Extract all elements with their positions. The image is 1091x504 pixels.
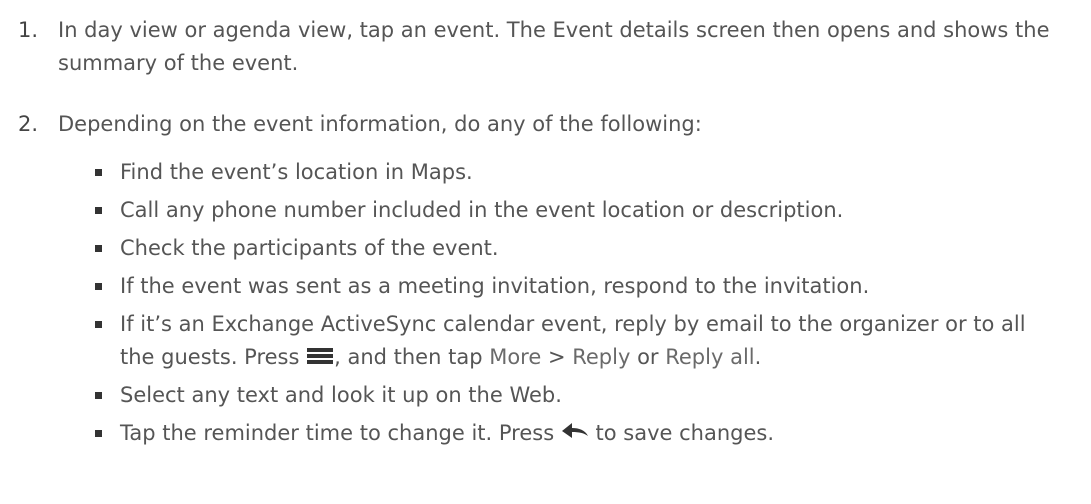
bullet-marker (95, 392, 102, 399)
bullet-marker (95, 283, 102, 290)
list-item-text: If the event was sent as a meeting invit… (120, 274, 870, 298)
options-list: Find the event’s location in Maps. Call … (0, 156, 1091, 455)
bullet-marker (95, 207, 102, 214)
list-item-text: Check the participants of the event. (120, 236, 499, 260)
list-item-text: Find the event’s location in Maps. (120, 160, 473, 184)
bullet-marker (95, 169, 102, 176)
reply-all-menu-label: Reply all (665, 345, 755, 369)
list-item-text: Tap the reminder time to change it. Pres… (120, 421, 561, 445)
list-item-text: Call any phone number included in the ev… (120, 198, 844, 222)
list-item: Find the event’s location in Maps. (0, 156, 1060, 189)
step-text: Depending on the event information, do a… (58, 112, 702, 136)
period-text: . (754, 345, 762, 369)
separator-text: > (541, 345, 573, 369)
list-item: If it’s an Exchange ActiveSync calendar … (0, 308, 1060, 374)
menu-icon (306, 344, 334, 366)
bullet-marker (95, 321, 102, 328)
list-item: Select any text and look it up on the We… (0, 379, 1060, 412)
list-item: Tap the reminder time to change it. Pres… (0, 417, 1060, 450)
document: 1. In day view or agenda view, tap an ev… (0, 0, 1091, 504)
more-menu-label: More (489, 345, 542, 369)
conjunction-text: or (630, 345, 666, 369)
step-text: In day view or agenda view, tap an event… (58, 18, 1050, 75)
list-item-text: to save changes. (588, 421, 775, 445)
step-number: 2. (18, 112, 39, 136)
back-arrow-icon (561, 420, 589, 442)
list-item: If the event was sent as a meeting invit… (0, 270, 1060, 303)
reply-menu-label: Reply (572, 345, 631, 369)
list-item: Check the participants of the event. (0, 232, 1060, 265)
bullet-marker (95, 245, 102, 252)
list-item-text: Select any text and look it up on the We… (120, 383, 562, 407)
list-item-text: , and then tap (334, 345, 490, 369)
step-number: 1. (18, 18, 39, 42)
list-item: Call any phone number included in the ev… (0, 194, 1060, 227)
bullet-marker (95, 430, 102, 437)
